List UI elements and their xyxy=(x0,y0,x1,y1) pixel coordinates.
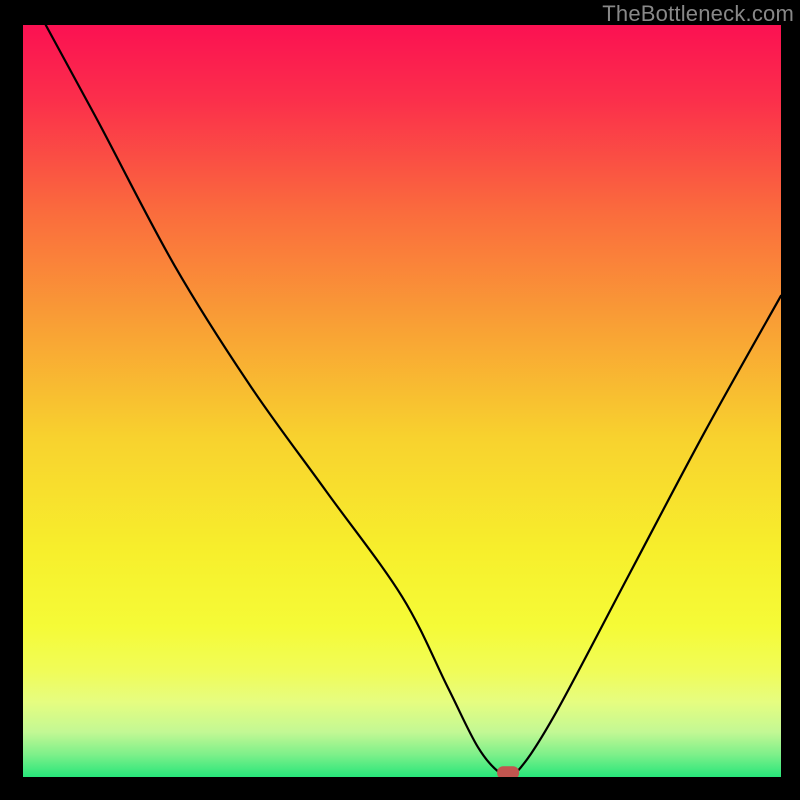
chart-background xyxy=(23,25,781,777)
chart-container: TheBottleneck.com xyxy=(0,0,800,800)
optimal-point-marker xyxy=(497,766,519,777)
bottleneck-chart xyxy=(23,25,781,777)
watermark-text: TheBottleneck.com xyxy=(602,1,794,27)
